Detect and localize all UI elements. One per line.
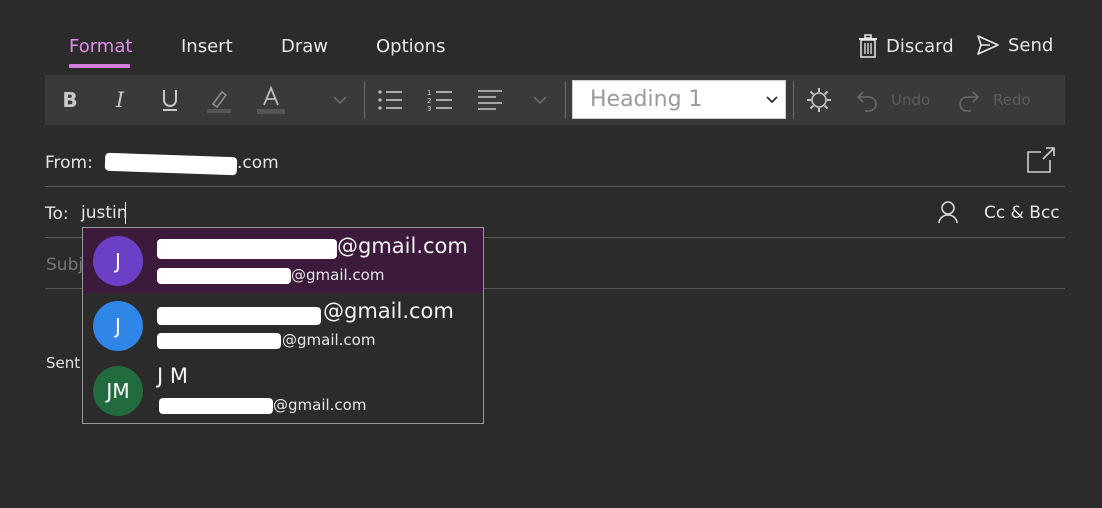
- font-color-icon[interactable]: [253, 75, 289, 125]
- undo-icon: [856, 91, 877, 112]
- align-dropdown-chevron-icon[interactable]: [529, 75, 551, 125]
- tab-draw[interactable]: Draw: [281, 36, 328, 57]
- svg-text:2: 2: [427, 97, 431, 105]
- to-input[interactable]: justin: [81, 203, 128, 223]
- discard-button[interactable]: Discard: [858, 34, 954, 58]
- contact-name-suffix: @gmail.com: [323, 299, 454, 323]
- avatar: JM: [93, 366, 143, 416]
- underline-icon[interactable]: [155, 75, 185, 125]
- trash-icon: [859, 34, 877, 58]
- numbered-list-icon[interactable]: 123: [425, 75, 455, 125]
- redacted-name: [157, 239, 337, 259]
- undo-label: Undo: [891, 91, 931, 109]
- list-item[interactable]: JM J M @gmail.com: [83, 358, 483, 423]
- redacted-from-address: [104, 152, 238, 176]
- tab-insert[interactable]: Insert: [181, 36, 233, 57]
- bold-icon[interactable]: B: [55, 75, 85, 125]
- body-text[interactable]: Sent: [46, 354, 80, 372]
- svg-text:3: 3: [427, 105, 431, 112]
- contact-email-suffix: @gmail.com: [282, 331, 376, 349]
- heading-style-value: Heading 1: [590, 87, 703, 112]
- discard-label: Discard: [886, 35, 954, 57]
- align-left-icon[interactable]: [475, 75, 505, 125]
- italic-icon[interactable]: I: [105, 75, 135, 125]
- contacts-icon[interactable]: [937, 200, 959, 228]
- undo-button[interactable]: Undo: [855, 75, 930, 125]
- redacted-email: [157, 268, 291, 284]
- bullet-list-icon[interactable]: [375, 75, 405, 125]
- text-cursor: [125, 202, 126, 224]
- popout-icon[interactable]: [1026, 146, 1056, 178]
- to-label: To:: [45, 204, 69, 224]
- cc-bcc-button[interactable]: Cc & Bcc: [984, 203, 1060, 223]
- send-label: Send: [1008, 34, 1054, 56]
- redo-icon: [959, 91, 980, 112]
- contact-suggestions-list: J @gmail.com @gmail.com J @gmail.com @gm…: [82, 227, 484, 424]
- send-button[interactable]: Send: [976, 34, 1053, 56]
- contact-email-suffix: @gmail.com: [291, 266, 385, 284]
- from-address-suffix[interactable]: .com: [237, 153, 279, 173]
- tab-format[interactable]: Format: [69, 36, 132, 57]
- tab-options[interactable]: Options: [376, 36, 445, 57]
- from-label: From:: [45, 153, 93, 173]
- styles-gear-icon[interactable]: [803, 75, 835, 125]
- redacted-email: [159, 398, 273, 414]
- contact-name: J M: [157, 364, 188, 388]
- formatting-toolbar: B I 123 Heading 1 Undo Redo: [45, 75, 1065, 125]
- toolbar-divider: [793, 81, 794, 119]
- active-tab-indicator: [69, 64, 130, 68]
- chevron-down-icon: [766, 96, 778, 104]
- font-color-dropdown-chevron-icon[interactable]: [329, 75, 351, 125]
- avatar: J: [93, 301, 143, 351]
- list-item[interactable]: J @gmail.com @gmail.com: [83, 228, 483, 293]
- redo-label: Redo: [993, 91, 1031, 109]
- avatar: J: [93, 236, 143, 286]
- redo-button[interactable]: Redo: [957, 75, 1031, 125]
- subject-input[interactable]: Subj: [46, 255, 83, 275]
- send-icon: [977, 35, 999, 55]
- field-divider: [45, 186, 1065, 187]
- toolbar-divider: [565, 81, 566, 119]
- contact-name-suffix: @gmail.com: [337, 234, 468, 258]
- contact-email-suffix: @gmail.com: [273, 396, 367, 414]
- toolbar-divider: [364, 81, 365, 119]
- redacted-email: [157, 333, 281, 349]
- heading-style-select[interactable]: Heading 1: [572, 80, 786, 119]
- highlight-icon[interactable]: [203, 75, 235, 125]
- list-item[interactable]: J @gmail.com @gmail.com: [83, 293, 483, 358]
- redacted-name: [157, 307, 321, 325]
- svg-text:1: 1: [427, 89, 431, 97]
